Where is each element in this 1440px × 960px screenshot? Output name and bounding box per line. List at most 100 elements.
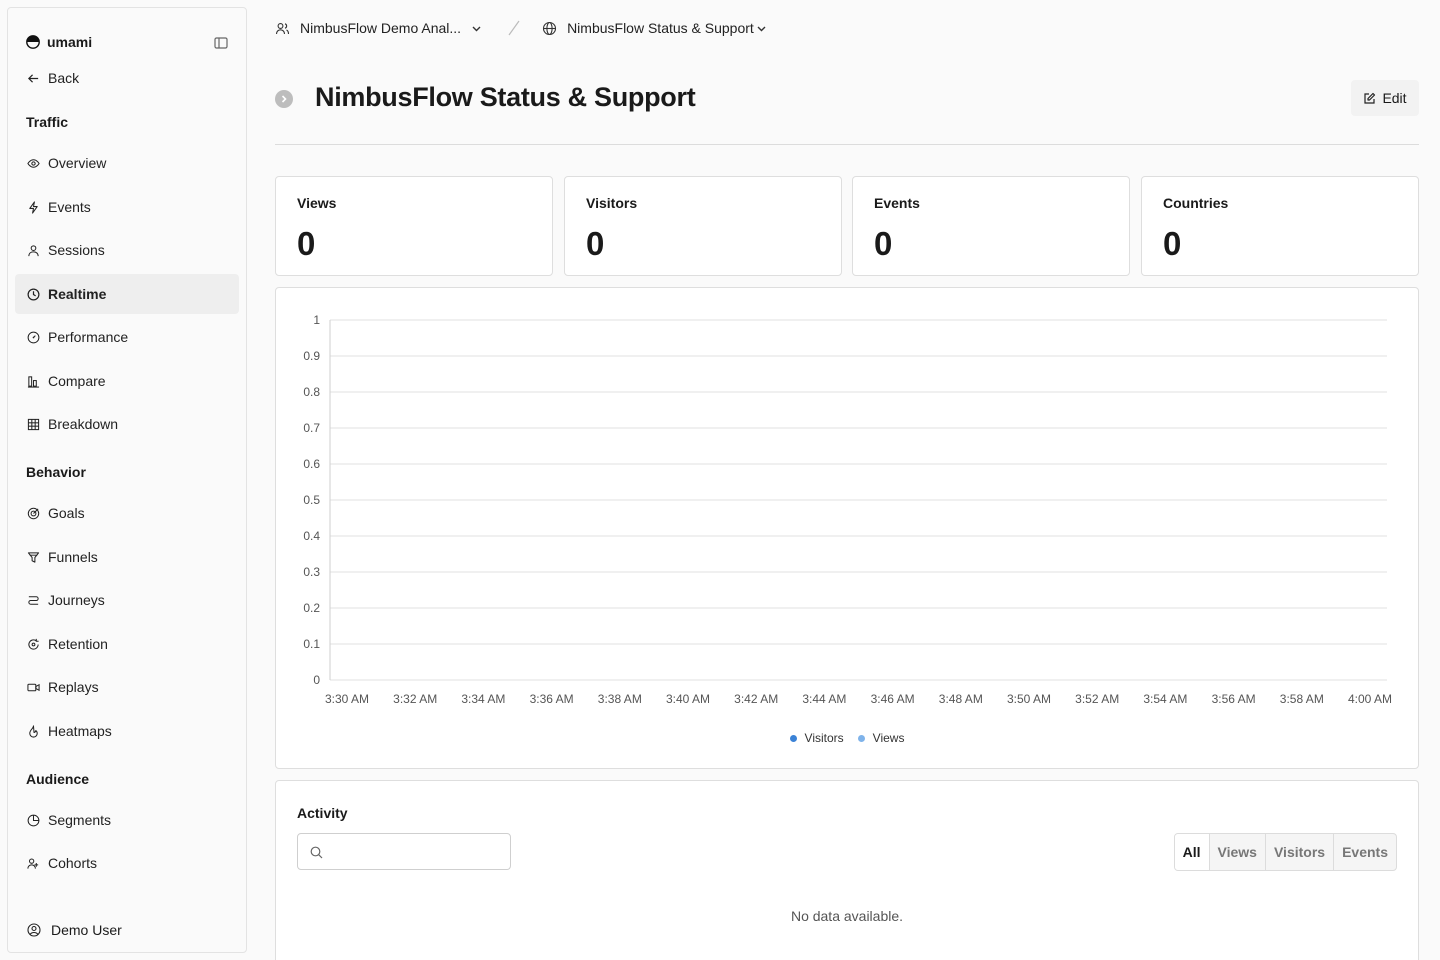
umami-logo-icon bbox=[26, 35, 40, 49]
sidebar-item-breakdown[interactable]: Breakdown bbox=[15, 404, 239, 444]
brand[interactable]: umami bbox=[26, 34, 92, 50]
chevron-right-icon bbox=[281, 95, 287, 103]
legend-item-views[interactable]: Views bbox=[857, 731, 904, 745]
sidebar-item-retention[interactable]: Retention bbox=[15, 624, 239, 664]
gauge-icon bbox=[27, 331, 40, 343]
sidebar-item-replays[interactable]: Replays bbox=[15, 667, 239, 707]
activity-panel: Activity All Views Visitors Events No da… bbox=[275, 780, 1419, 960]
x-tick-label: 3:40 AM bbox=[666, 692, 710, 706]
activity-filter: All Views Visitors Events bbox=[1173, 833, 1397, 871]
filter-events[interactable]: Events bbox=[1333, 834, 1396, 870]
users-icon bbox=[27, 858, 39, 869]
y-tick-label: 0.4 bbox=[303, 529, 320, 543]
legend-item-visitors[interactable]: Visitors bbox=[789, 731, 844, 745]
user-name: Demo User bbox=[51, 922, 122, 938]
sidebar: umami Back Traffic Overview Events Sessi… bbox=[7, 7, 247, 953]
sidebar-item-performance[interactable]: Performance bbox=[15, 317, 239, 357]
search-icon bbox=[310, 846, 323, 859]
x-tick-label: 3:46 AM bbox=[871, 692, 915, 706]
metric-card-views: Views 0 bbox=[275, 176, 553, 276]
x-tick-label: 3:48 AM bbox=[939, 692, 983, 706]
sidebar-item-goals[interactable]: Goals bbox=[15, 493, 239, 533]
page-header: NimbusFlow Status & Support Edit bbox=[275, 80, 1419, 120]
sidebar-item-heatmaps[interactable]: Heatmaps bbox=[15, 711, 239, 751]
pie-icon bbox=[27, 814, 40, 826]
x-tick-label: 3:42 AM bbox=[734, 692, 778, 706]
breadcrumb: NimbusFlow Demo Anal... NimbusFlow Statu… bbox=[275, 14, 767, 42]
filter-views[interactable]: Views bbox=[1208, 834, 1265, 870]
chart-canvas: 0 0.1 0.2 0.3 0.4 0.5 0.6 0.7 0.8 0.9 1 3:30 AM 3:32… bbox=[303, 313, 1392, 706]
x-tick-label: 3:44 AM bbox=[802, 692, 846, 706]
metric-label: Views bbox=[297, 195, 337, 211]
sidebar-item-segments[interactable]: Segments bbox=[15, 800, 239, 840]
y-tick-label: 0.7 bbox=[303, 421, 320, 435]
y-tick-label: 0 bbox=[313, 673, 320, 687]
sidebar-item-sessions[interactable]: Sessions bbox=[15, 230, 239, 270]
user-icon bbox=[28, 244, 39, 256]
user-menu[interactable]: Demo User bbox=[15, 914, 239, 946]
chevron-down-icon bbox=[757, 26, 766, 31]
chart-legend: Visitors Views bbox=[276, 731, 1418, 745]
activity-title: Activity bbox=[297, 805, 348, 821]
sidebar-collapse-icon[interactable] bbox=[214, 36, 228, 50]
y-tick-label: 0.3 bbox=[303, 565, 320, 579]
y-tick-label: 0.6 bbox=[303, 457, 320, 471]
target-icon bbox=[27, 507, 40, 519]
y-tick-label: 0.5 bbox=[303, 493, 320, 507]
team-selector[interactable]: NimbusFlow Demo Anal... bbox=[275, 20, 482, 36]
y-tick-label: 0.1 bbox=[303, 637, 320, 651]
activity-search[interactable] bbox=[297, 833, 511, 870]
metric-value: 0 bbox=[297, 225, 316, 262]
filter-visitors[interactable]: Visitors bbox=[1264, 834, 1333, 870]
website-selector[interactable]: NimbusFlow Status & Support bbox=[542, 20, 767, 36]
slash-separator-icon bbox=[508, 20, 520, 36]
sidebar-item-realtime[interactable]: Realtime bbox=[15, 274, 239, 314]
section-audience: Audience bbox=[26, 771, 90, 787]
funnel-icon bbox=[27, 551, 40, 563]
metric-value: 0 bbox=[586, 225, 605, 262]
x-tick-label: 3:56 AM bbox=[1212, 692, 1256, 706]
section-behavior: Behavior bbox=[26, 464, 86, 480]
sidebar-item-cohorts[interactable]: Cohorts bbox=[15, 843, 239, 883]
realtime-chart: 0 0.1 0.2 0.3 0.4 0.5 0.6 0.7 0.8 0.9 1 3:30 AM 3:32… bbox=[275, 287, 1419, 769]
metric-label: Countries bbox=[1163, 195, 1229, 211]
journey-icon bbox=[28, 595, 39, 605]
x-tick-label: 3:58 AM bbox=[1280, 692, 1324, 706]
x-tick-label: 3:50 AM bbox=[1007, 692, 1051, 706]
sidebar-item-journeys[interactable]: Journeys bbox=[15, 580, 239, 620]
sidebar-item-compare[interactable]: Compare bbox=[15, 361, 239, 401]
flame-icon bbox=[29, 724, 38, 738]
search-input[interactable] bbox=[332, 840, 502, 864]
retention-icon bbox=[28, 638, 39, 650]
sidebar-item-overview[interactable]: Overview bbox=[15, 143, 239, 183]
legend-dot bbox=[857, 734, 865, 742]
sidebar-item-funnels[interactable]: Funnels bbox=[15, 537, 239, 577]
eye-icon bbox=[27, 158, 40, 168]
x-tick-label: 3:38 AM bbox=[598, 692, 642, 706]
team-name: NimbusFlow Demo Anal... bbox=[300, 20, 462, 36]
sidebar-item-events[interactable]: Events bbox=[15, 187, 239, 227]
metric-label: Visitors bbox=[586, 195, 638, 211]
users-icon bbox=[275, 22, 290, 34]
x-tick-label: 3:30 AM bbox=[325, 692, 369, 706]
header-divider bbox=[275, 144, 1419, 145]
metric-card-visitors: Visitors 0 bbox=[564, 176, 842, 276]
metric-card-events: Events 0 bbox=[852, 176, 1130, 276]
clock-icon bbox=[27, 288, 40, 300]
edit-button[interactable]: Edit bbox=[1351, 80, 1419, 116]
filter-all[interactable]: All bbox=[1174, 834, 1209, 870]
y-tick-label: 0.9 bbox=[303, 349, 320, 363]
metric-label: Events bbox=[874, 195, 920, 211]
empty-state: No data available. bbox=[790, 908, 904, 924]
x-tick-label: 3:36 AM bbox=[530, 692, 574, 706]
x-tick-label: 3:52 AM bbox=[1075, 692, 1119, 706]
edit-icon bbox=[1364, 92, 1376, 104]
page-title: NimbusFlow Status & Support bbox=[315, 82, 696, 112]
grid-icon bbox=[27, 418, 40, 430]
globe-icon bbox=[543, 21, 557, 35]
y-tick-label: 1 bbox=[313, 313, 320, 327]
website-name: NimbusFlow Status & Support bbox=[567, 20, 754, 36]
back-link[interactable]: Back bbox=[15, 58, 239, 98]
x-tick-label: 3:34 AM bbox=[461, 692, 505, 706]
metric-value: 0 bbox=[874, 225, 893, 262]
